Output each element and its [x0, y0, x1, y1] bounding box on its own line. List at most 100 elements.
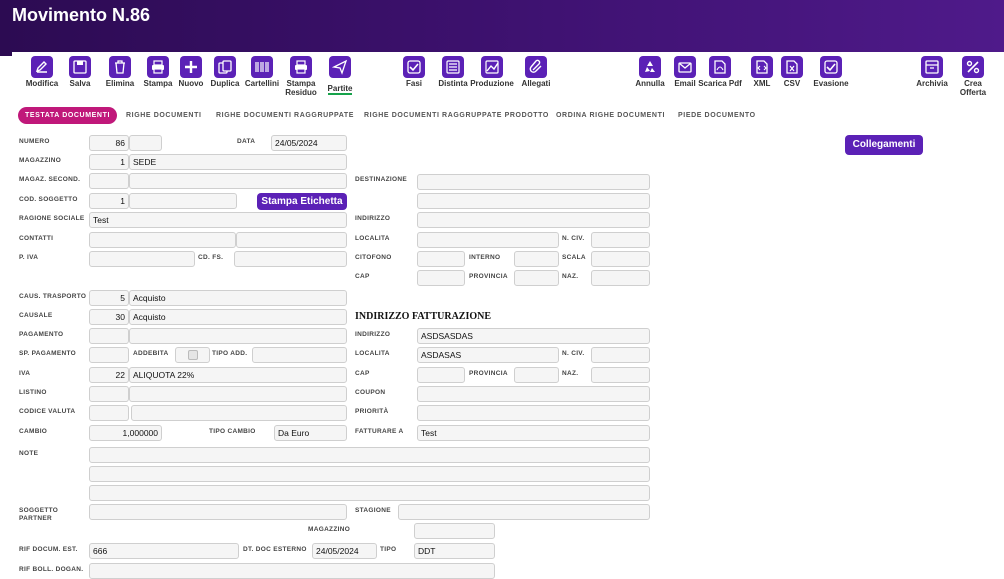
copy-icon — [214, 56, 236, 78]
piva-label: P. IVA — [19, 254, 39, 261]
scarica-pdf-label: Scarica Pdf — [698, 79, 742, 88]
soggetto-partner-label-1: SOGGETTO — [19, 507, 59, 514]
tab-righe-documenti-raggruppate[interactable]: RIGHE DOCUMENTI RAGGRUPPATE — [216, 107, 354, 124]
data-field[interactable]: 24/05/2024 — [271, 135, 347, 151]
tab-piede-documento[interactable]: PIEDE DOCUMENTO — [678, 107, 756, 124]
pagamento-label: PAGAMENTO — [19, 331, 64, 338]
provincia-label: PROVINCIA — [469, 273, 508, 280]
interno-field[interactable] — [514, 251, 559, 267]
rif-docum-est-field[interactable]: 666 — [89, 543, 239, 559]
magaz-second-code-field[interactable] — [89, 173, 129, 189]
fatt-localita-field[interactable]: ASDASAS — [417, 347, 559, 363]
tipo-cambio-label: TIPO CAMBIO — [209, 428, 256, 435]
sp-pagamento-field[interactable] — [89, 347, 129, 363]
collegamenti-button[interactable]: Collegamenti — [845, 135, 923, 155]
caus-trasporto-name-field[interactable]: Acquisto — [129, 290, 347, 306]
scarica-pdf-button[interactable]: Scarica Pdf — [697, 56, 743, 88]
allegati-button[interactable]: Allegati — [513, 56, 559, 88]
tab-righe-raggruppate-prodotto[interactable]: RIGHE DOCUMENTI RAGGRUPPATE PRODOTTO — [364, 107, 549, 124]
rif-boll-dogan-field[interactable] — [89, 563, 495, 579]
stagione-field[interactable] — [398, 504, 650, 520]
evasione-button[interactable]: Evasione — [808, 56, 854, 88]
iva-name-field[interactable]: ALIQUOTA 22% — [129, 367, 347, 383]
page-title: Movimento N.86 — [12, 5, 151, 25]
nciv-field[interactable] — [591, 232, 650, 248]
indirizzo-field[interactable] — [417, 212, 650, 228]
listino-name-field[interactable] — [129, 386, 347, 402]
printer-icon — [147, 56, 169, 78]
magazzino2-label: MAGAZZINO — [308, 526, 351, 533]
magazzino-name-field[interactable]: SEDE — [129, 154, 347, 170]
coupon-field[interactable] — [417, 386, 650, 402]
edit-icon — [31, 56, 53, 78]
tab-ordina-righe[interactable]: ORDINA RIGHE DOCUMENTI — [556, 107, 665, 124]
contatti-field-2[interactable] — [236, 232, 347, 248]
cdfs-field[interactable] — [234, 251, 347, 267]
localita-field[interactable] — [417, 232, 559, 248]
numero-suffix-field[interactable] — [129, 135, 162, 151]
cod-soggetto-field[interactable]: 1 — [89, 193, 129, 209]
cap-field[interactable] — [417, 270, 465, 286]
pagamento-code-field[interactable] — [89, 328, 129, 344]
citofono-field[interactable] — [417, 251, 465, 267]
numero-field[interactable]: 86 — [89, 135, 129, 151]
soggetto-partner-field[interactable] — [89, 504, 347, 520]
causale-name-field[interactable]: Acquisto — [129, 309, 347, 325]
soggetto-partner-label-2: PARTNER — [19, 515, 53, 522]
crea-offerta-label: Crea Offerta — [959, 79, 987, 97]
note-field-1[interactable] — [89, 447, 650, 463]
tipo-add-field[interactable] — [252, 347, 347, 363]
addebita-checkbox[interactable] — [188, 350, 198, 360]
provincia-field[interactable] — [514, 270, 559, 286]
listino-code-field[interactable] — [89, 386, 129, 402]
stampa-etichetta-button[interactable]: Stampa Etichetta — [257, 193, 347, 210]
evasione-label: Evasione — [813, 79, 849, 88]
priorita-field[interactable] — [417, 405, 650, 421]
cdfs-label: CD. FS. — [198, 254, 224, 261]
note-field-2[interactable] — [89, 466, 650, 482]
destinazione-label: DESTINAZIONE — [355, 176, 407, 183]
stagione-label: STAGIONE — [355, 507, 391, 514]
fatt-nciv-field[interactable] — [591, 347, 650, 363]
crea-offerta-button[interactable]: Crea Offerta — [950, 56, 996, 97]
fatturare-a-field[interactable]: Test — [417, 425, 650, 441]
archivia-button[interactable]: Archivia — [909, 56, 955, 88]
nciv-label: N. CIV. — [562, 235, 585, 242]
naz-field[interactable] — [591, 270, 650, 286]
codice-valuta-name-field[interactable] — [131, 405, 347, 421]
destinazione-field-2[interactable] — [417, 193, 650, 209]
fatt-indirizzo-field[interactable]: ASDSASDAS — [417, 328, 650, 344]
caus-trasporto-code-field[interactable]: 5 — [89, 290, 129, 306]
iva-label: IVA — [19, 370, 31, 377]
magazzino2-field[interactable] — [414, 523, 495, 539]
ragione-sociale-field[interactable]: Test — [89, 212, 347, 228]
fatt-localita-label: LOCALITA — [355, 350, 390, 357]
tipo-field[interactable]: DDT — [414, 543, 495, 559]
data-label: DATA — [237, 138, 256, 145]
pagamento-name-field[interactable] — [129, 328, 347, 344]
fatt-provincia-field[interactable] — [514, 367, 559, 383]
destinazione-field-1[interactable] — [417, 174, 650, 190]
tipo-cambio-field[interactable]: Da Euro — [274, 425, 347, 441]
fatt-naz-field[interactable] — [591, 367, 650, 383]
dt-doc-esterno-field[interactable]: 24/05/2024 — [312, 543, 377, 559]
cambio-field[interactable]: 1,000000 — [89, 425, 162, 441]
contatti-field-1[interactable] — [89, 232, 236, 248]
fatt-cap-field[interactable] — [417, 367, 465, 383]
codice-valuta-label: CODICE VALUTA — [19, 408, 76, 415]
mail-icon — [674, 56, 696, 78]
tab-righe-documenti[interactable]: RIGHE DOCUMENTI — [126, 107, 202, 124]
citofono-label: CITOFONO — [355, 254, 392, 261]
note-field-3[interactable] — [89, 485, 650, 501]
iva-code-field[interactable]: 22 — [89, 367, 129, 383]
produzione-button[interactable]: Produzione — [469, 56, 515, 88]
partite-button[interactable]: Partite — [317, 56, 363, 96]
tab-testata-documenti[interactable]: TESTATA DOCUMENTI — [18, 107, 117, 124]
magazzino-code-field[interactable]: 1 — [89, 154, 129, 170]
magaz-second-name-field[interactable] — [129, 173, 347, 189]
scala-field[interactable] — [591, 251, 650, 267]
codice-valuta-code-field[interactable] — [89, 405, 129, 421]
cod-soggetto-name-field[interactable] — [129, 193, 237, 209]
piva-field[interactable] — [89, 251, 195, 267]
causale-code-field[interactable]: 30 — [89, 309, 129, 325]
